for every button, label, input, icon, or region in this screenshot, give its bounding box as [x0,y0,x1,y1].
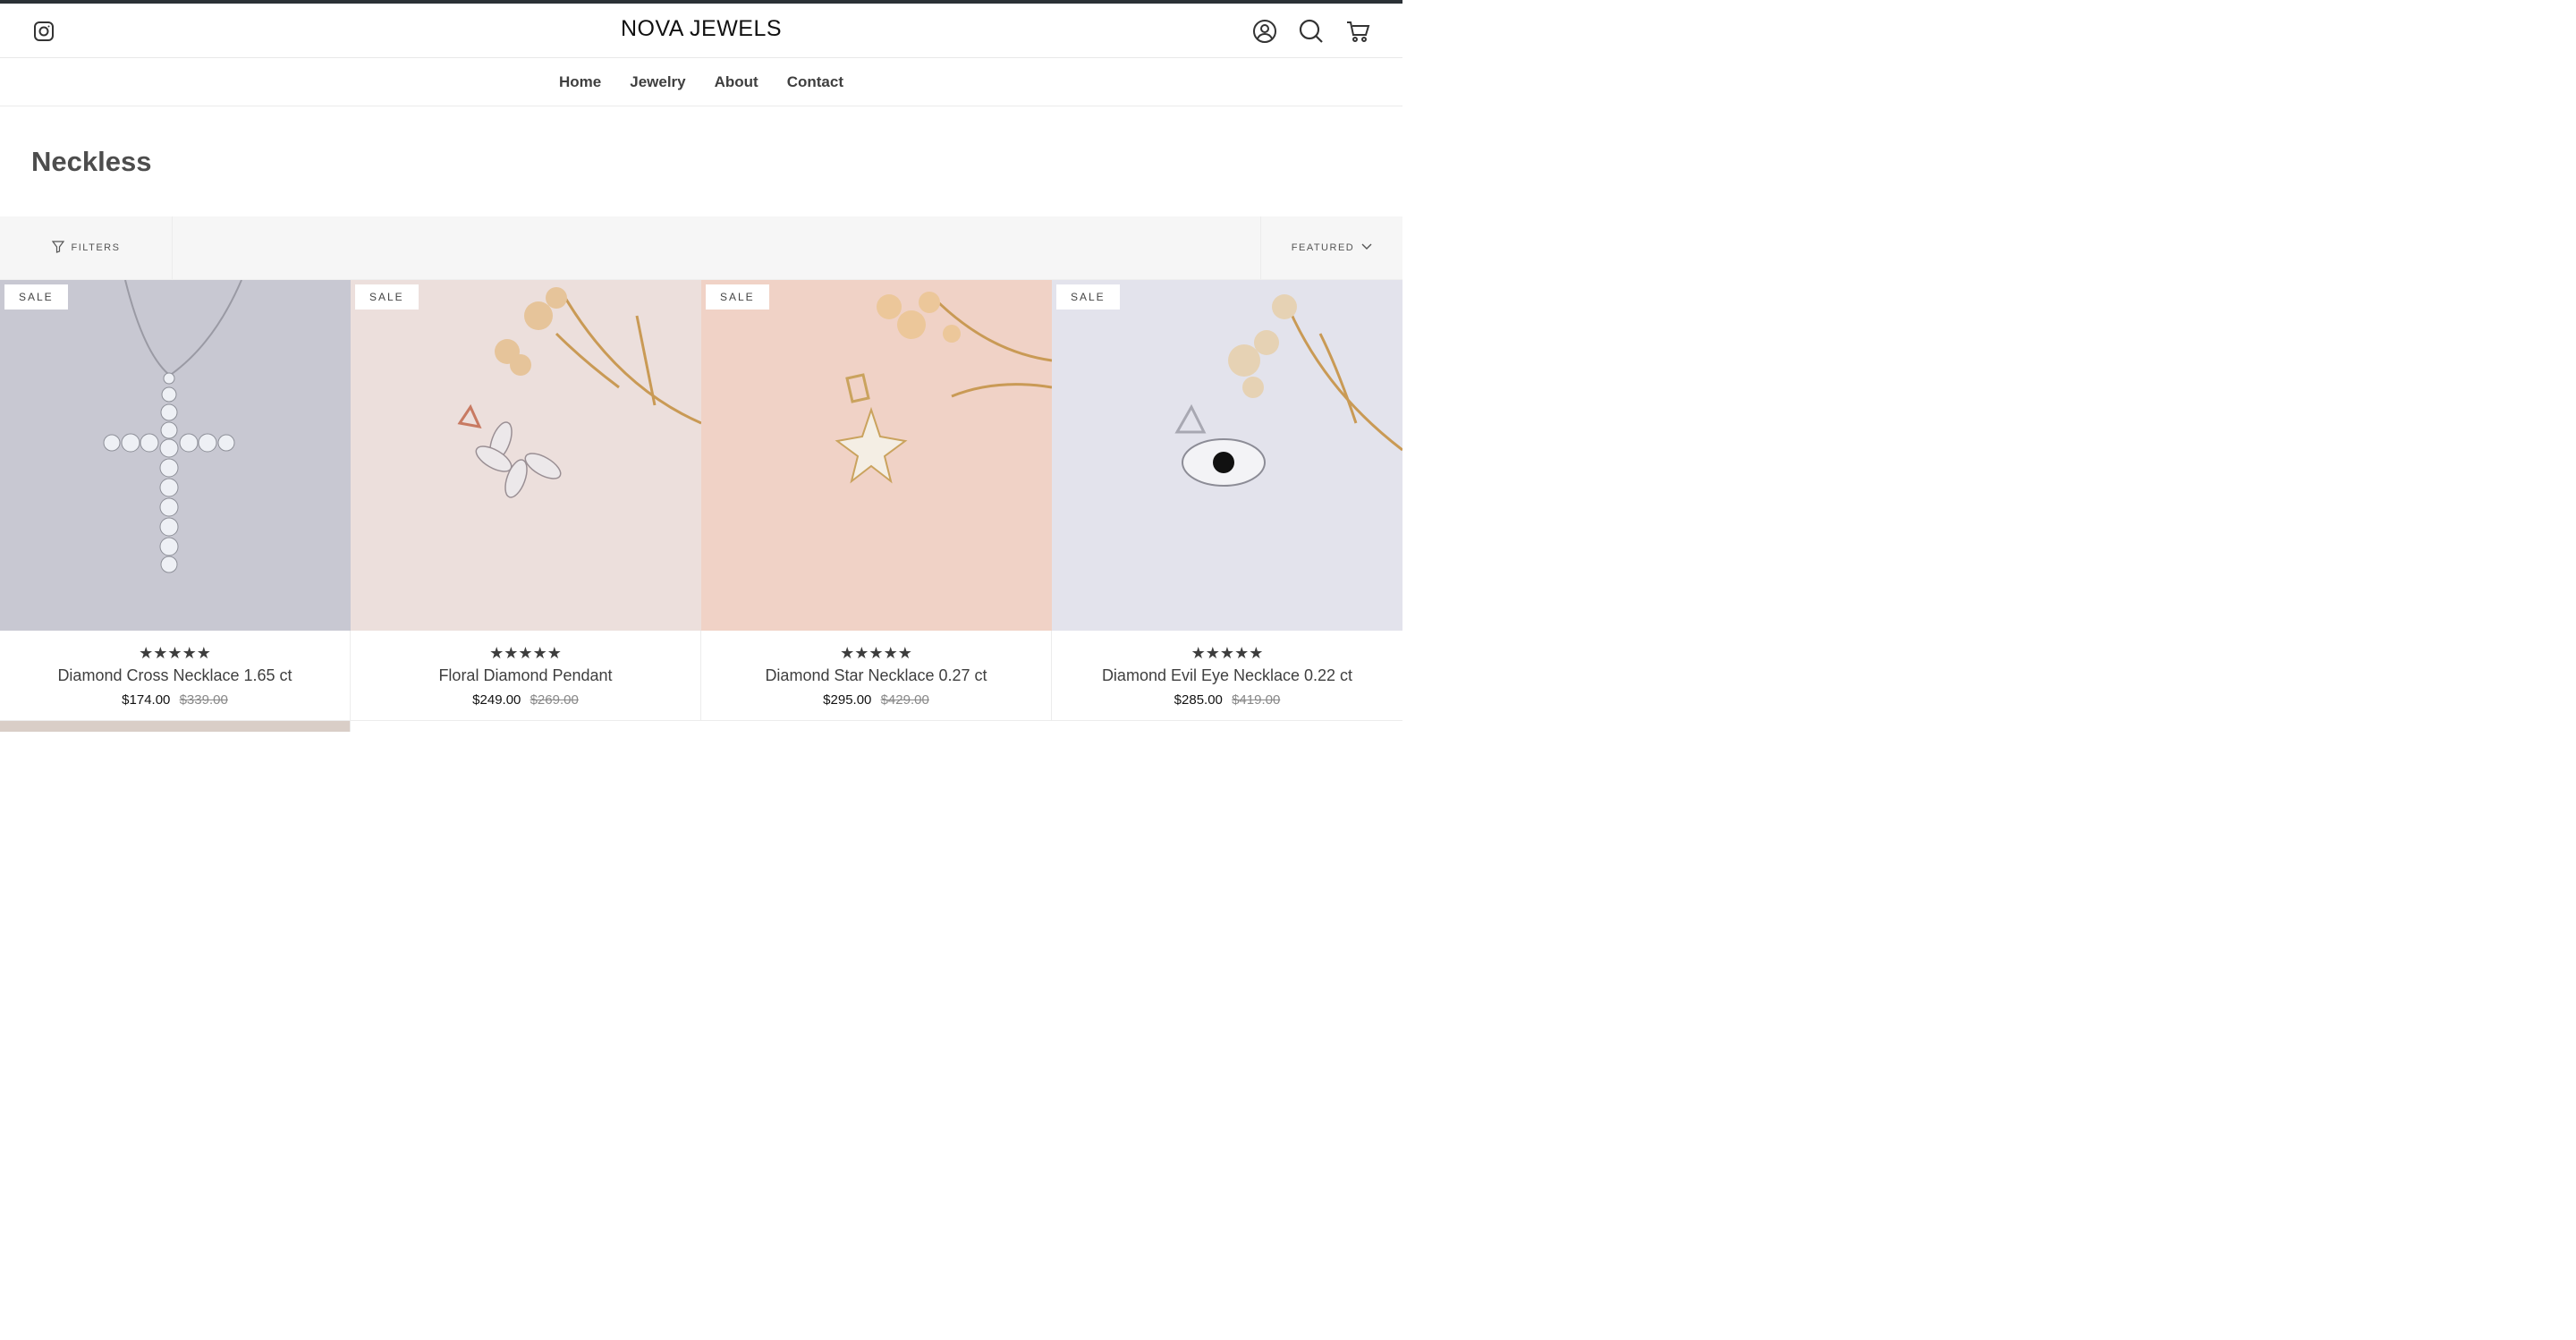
product-image[interactable]: SALE [701,280,1052,631]
sale-price: $249.00 [472,692,521,708]
product-title[interactable]: Diamond Cross Necklace 1.65 ct [0,666,350,685]
compare-price: $339.00 [179,692,228,708]
product-image[interactable]: SALE [0,280,351,631]
sort-label: FEATURED [1291,242,1355,253]
compare-price: $419.00 [1232,692,1281,708]
header-actions [1252,19,1370,44]
product-card[interactable]: SALE ★★★★★ Floral Diamond Pendant $249.0… [351,280,701,721]
nav-item-contact[interactable]: Contact [787,73,843,91]
nav-item-about[interactable]: About [715,73,758,91]
sale-price: $174.00 [122,692,171,708]
sale-price: $295.00 [823,692,872,708]
rating-stars: ★★★★★ [0,645,350,661]
product-info: ★★★★★ Diamond Evil Eye Necklace 0.22 ct … [1052,631,1402,720]
sale-price: $285.00 [1174,692,1223,708]
stars-glyphs: ★★★★★ [1191,644,1264,662]
site-logo[interactable]: NOVA JEWELS [0,16,1402,42]
product-grid: SALE ★★★★★ Diamond Cross Necklace 1.65 c… [0,280,1402,721]
stars-glyphs: ★★★★★ [840,644,912,662]
nav-item-home[interactable]: Home [559,73,601,91]
cart-icon[interactable] [1345,19,1370,44]
sort-dropdown[interactable]: FEATURED [1260,216,1402,279]
collection-toolbar: FILTERS FEATURED [0,216,1402,280]
stars-glyphs: ★★★★★ [139,644,211,662]
filters-label: FILTERS [71,242,121,253]
search-icon[interactable] [1299,19,1324,44]
nav-item-jewelry[interactable]: Jewelry [630,73,685,91]
account-icon[interactable] [1252,19,1277,44]
sale-badge: SALE [355,284,419,310]
compare-price: $269.00 [530,692,579,708]
product-card[interactable]: SALE ★★★★★ Diamond Cross Necklace 1.65 c… [0,280,351,721]
product-title[interactable]: Diamond Star Necklace 0.27 ct [701,666,1051,685]
filters-button[interactable]: FILTERS [0,216,173,279]
price-row: $249.00 $269.00 [351,692,700,708]
product-card[interactable]: SALE ★★★★★ Diamond Evil Eye Necklace 0.2… [1052,280,1402,721]
page-title: Neckless [31,145,152,177]
sale-badge: SALE [4,284,68,310]
next-product-row-peek [0,721,1402,732]
product-title[interactable]: Diamond Evil Eye Necklace 0.22 ct [1052,666,1402,685]
price-row: $285.00 $419.00 [1052,692,1402,708]
main-navigation: Home Jewelry About Contact [0,58,1402,106]
sale-badge: SALE [1056,284,1120,310]
product-image[interactable]: SALE [351,280,701,631]
stars-glyphs: ★★★★★ [489,644,562,662]
product-info: ★★★★★ Diamond Star Necklace 0.27 ct $295… [701,631,1051,720]
product-image[interactable]: SALE [1052,280,1402,631]
rating-stars: ★★★★★ [351,645,700,661]
product-info: ★★★★★ Floral Diamond Pendant $249.00 $26… [351,631,700,720]
site-header: NOVA JEWELS [0,4,1402,58]
price-row: $295.00 $429.00 [701,692,1051,708]
filter-icon [51,240,64,256]
chevron-down-icon [1361,242,1372,253]
product-image-peek [0,721,351,732]
product-info: ★★★★★ Diamond Cross Necklace 1.65 ct $17… [0,631,350,720]
sale-badge: SALE [706,284,769,310]
price-row: $174.00 $339.00 [0,692,350,708]
rating-stars: ★★★★★ [701,645,1051,661]
rating-stars: ★★★★★ [1052,645,1402,661]
compare-price: $429.00 [880,692,929,708]
product-title[interactable]: Floral Diamond Pendant [351,666,700,685]
product-card[interactable]: SALE ★★★★★ Diamond Star Necklace 0.27 ct… [701,280,1052,721]
